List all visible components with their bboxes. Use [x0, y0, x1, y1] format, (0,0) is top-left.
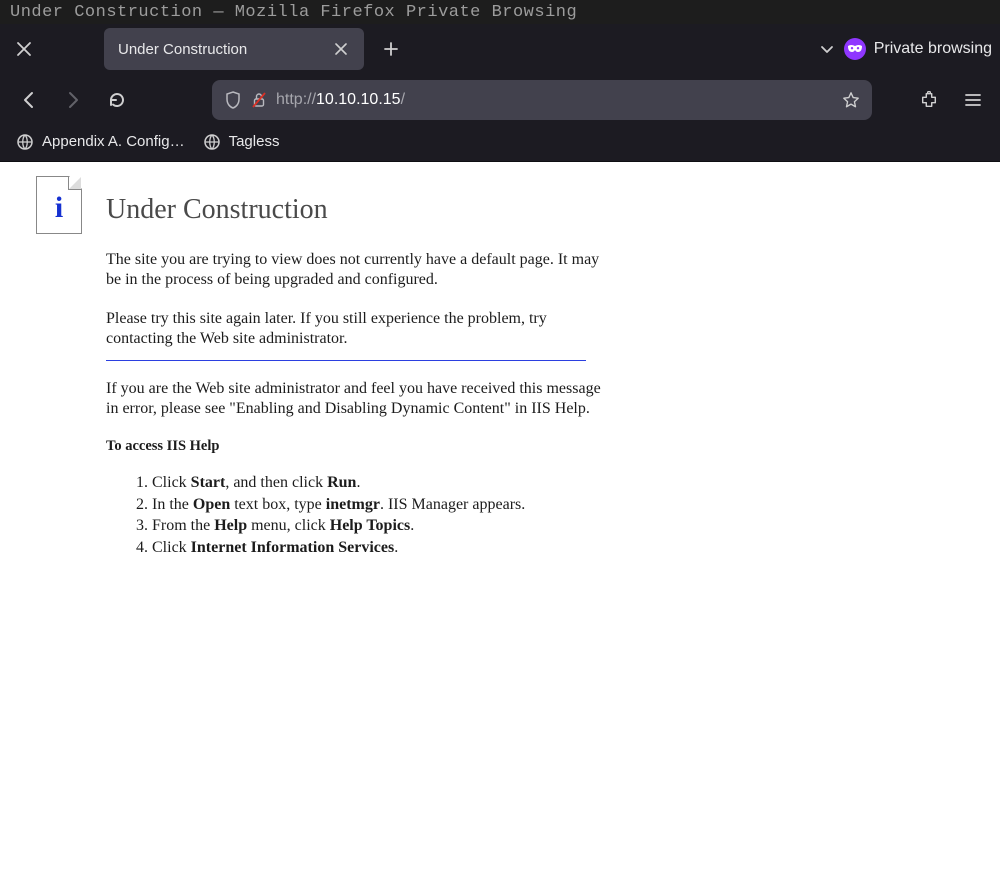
insecure-lock-icon[interactable]	[248, 91, 270, 109]
app-menu-button[interactable]	[954, 81, 992, 119]
list-item: Click Internet Information Services.	[152, 538, 601, 559]
page-content: i Under Construction The site you are tr…	[0, 162, 1000, 878]
globe-icon	[16, 133, 34, 151]
tab-close-button[interactable]	[328, 36, 354, 62]
subheading: To access IIS Help	[106, 438, 601, 455]
tab-active[interactable]: Under Construction	[104, 28, 364, 70]
paragraph: The site you are trying to view does not…	[106, 250, 601, 291]
window-close-button[interactable]	[4, 29, 44, 69]
list-item: In the Open text box, type inetmgr. IIS …	[152, 495, 601, 516]
bookmarks-toolbar: Appendix A. Config… Tagless	[0, 126, 1000, 162]
private-label: Private browsing	[874, 40, 992, 58]
bookmark-item[interactable]: Tagless	[203, 133, 280, 151]
url-text[interactable]: http://10.10.10.15/	[270, 91, 840, 109]
paragraph: Please try this site again later. If you…	[106, 309, 601, 350]
forward-button	[54, 81, 92, 119]
nav-toolbar: http://10.10.10.15/	[0, 74, 1000, 126]
reload-button[interactable]	[98, 81, 136, 119]
page-heading: Under Construction	[106, 194, 601, 226]
tab-title: Under Construction	[118, 41, 328, 58]
divider	[106, 360, 586, 361]
info-page-icon: i	[36, 176, 82, 234]
new-tab-button[interactable]	[374, 32, 408, 66]
all-tabs-button[interactable]	[810, 32, 844, 66]
url-bar[interactable]: http://10.10.10.15/	[212, 80, 872, 120]
list-item: Click Start, and then click Run.	[152, 473, 601, 494]
shield-icon[interactable]	[222, 91, 244, 109]
bookmark-item[interactable]: Appendix A. Config…	[16, 133, 185, 151]
bookmark-label: Tagless	[229, 133, 280, 150]
bookmark-label: Appendix A. Config…	[42, 133, 185, 150]
window-title: Under Construction — Mozilla Firefox Pri…	[0, 0, 1000, 24]
steps-list: Click Start, and then click Run. In the …	[152, 473, 601, 559]
globe-icon	[203, 133, 221, 151]
extensions-button[interactable]	[910, 81, 948, 119]
paragraph: If you are the Web site administrator an…	[106, 379, 601, 420]
back-button[interactable]	[10, 81, 48, 119]
list-item: From the Help menu, click Help Topics.	[152, 516, 601, 537]
bookmark-star-button[interactable]	[840, 91, 862, 109]
mask-icon	[844, 38, 866, 60]
tab-strip: Under Construction Private browsing	[0, 24, 1000, 74]
private-browsing-indicator: Private browsing	[844, 38, 996, 60]
